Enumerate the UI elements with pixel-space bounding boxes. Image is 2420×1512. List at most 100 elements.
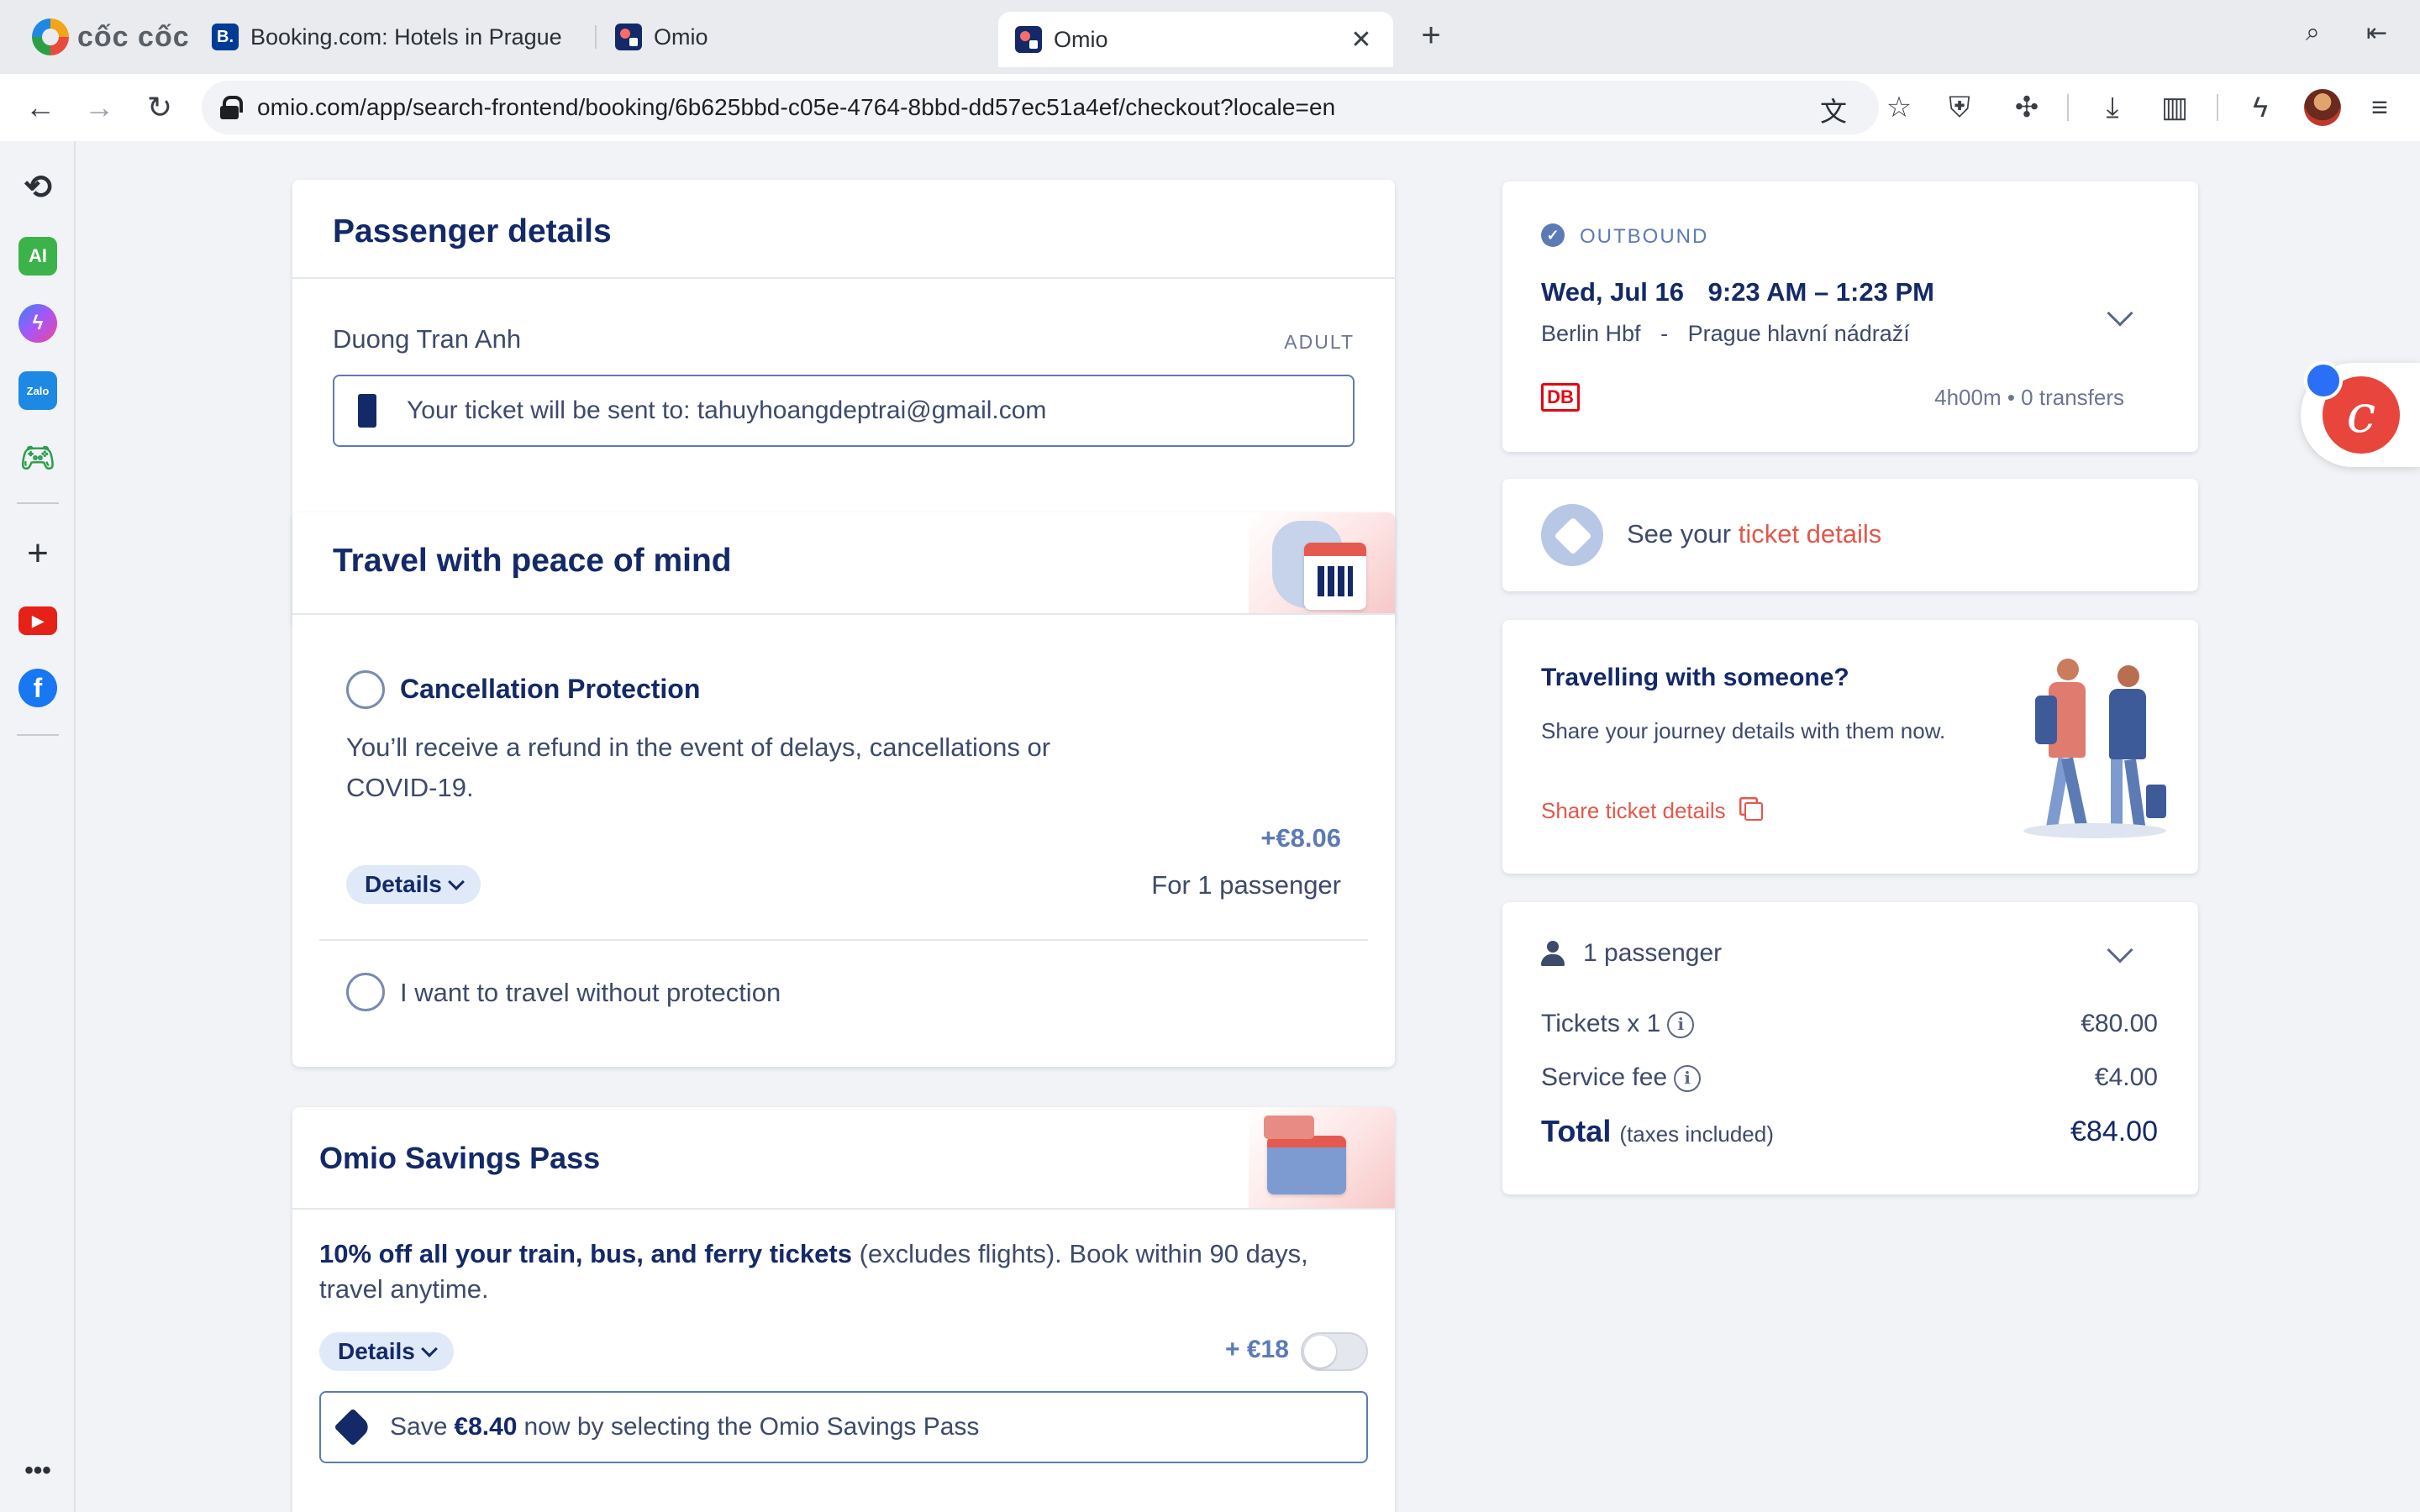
savings-pass-description: 10% off all your train, bus, and ferry t… <box>319 1236 1368 1307</box>
browser-sidebar: ⟲ AI ϟ Zalo 🎮︎ + ▶ f ••• <box>0 141 76 1512</box>
shield-icon[interactable]: ⛨ <box>1939 87 1980 128</box>
ticket-details-link[interactable]: ticket details <box>1739 519 1882 549</box>
chevron-down-icon <box>420 1341 438 1357</box>
traveller-leg-icon <box>2111 759 2123 832</box>
outbound-card[interactable]: ✓ OUTBOUND Wed, Jul 16 9:23 AM – 1:23 PM… <box>1502 181 2198 452</box>
tab-booking[interactable]: B. Booking.com: Hotels in Prague <box>195 12 590 62</box>
sidebar-toggle-icon[interactable]: ⇤ <box>2366 18 2387 48</box>
traveller-body-icon <box>2109 689 2146 759</box>
omio-favicon-icon <box>615 24 642 50</box>
facebook-icon[interactable]: f <box>18 669 57 707</box>
history-icon[interactable]: ⟲ <box>18 168 57 207</box>
outbound-datetime: Wed, Jul 16 9:23 AM – 1:23 PM <box>1541 277 1934 307</box>
savings-pass-toggle[interactable] <box>1301 1332 1368 1371</box>
speed-icon[interactable]: ϟ <box>2240 87 2281 128</box>
protection-heading: Travel with peace of mind <box>333 543 732 579</box>
profile-avatar[interactable] <box>2304 89 2341 126</box>
traveller-head-icon <box>2057 659 2079 680</box>
forward-button[interactable]: → <box>79 87 119 128</box>
cancellation-protection-title: Cancellation Protection <box>400 674 701 704</box>
tab-title: Omio <box>654 24 708 50</box>
savings-pass-card: Omio Savings Pass 10% off all your train… <box>292 1107 1395 1512</box>
assistant-floating-button[interactable]: c <box>2301 361 2420 467</box>
savings-details-button[interactable]: Details <box>319 1332 454 1371</box>
check-circle-icon: ✓ <box>1541 223 1565 247</box>
game-icon[interactable]: 🎮︎ <box>18 438 57 477</box>
expand-chevron-icon[interactable] <box>2107 937 2133 963</box>
booking-favicon-icon: B. <box>212 24 239 50</box>
browser-brand[interactable]: cốc cốc <box>32 17 190 57</box>
extensions-icon[interactable]: ✣ <box>2007 87 2047 128</box>
cancellation-protection-price-note: For 1 passenger <box>1151 870 1341 900</box>
more-icon[interactable]: ••• <box>18 1452 57 1490</box>
tickets-row-label: Tickets x 1i <box>1541 1010 1695 1039</box>
cancellation-protection-radio[interactable] <box>346 670 385 709</box>
share-ticket-details-link[interactable]: Share ticket details <box>1541 798 1763 824</box>
menu-icon[interactable]: ≡ <box>2360 87 2400 128</box>
add-icon[interactable]: + <box>18 533 57 574</box>
traveller-leg-icon <box>2061 757 2088 831</box>
reload-button[interactable]: ↻ <box>139 87 180 128</box>
back-button[interactable]: ← <box>20 87 60 128</box>
total-label: Total <box>1541 1114 1612 1148</box>
total-row-label: Total (taxes included) <box>1541 1114 1774 1149</box>
ticket-email-text: Your ticket will be sent to: tahuyhoangd… <box>407 396 1047 424</box>
passenger-type-badge: ADULT <box>1284 331 1355 353</box>
browser-brand-text: cốc cốc <box>77 20 190 53</box>
share-ticket-details-label: Share ticket details <box>1541 798 1726 823</box>
service-fee-row-label: Service fee i <box>1541 1063 1702 1093</box>
tab-omio[interactable]: Omio <box>598 12 993 62</box>
no-protection-label[interactable]: I want to travel without protection <box>400 978 781 1008</box>
no-protection-radio[interactable] <box>346 973 385 1011</box>
outbound-to: Prague hlavní nádraží <box>1687 321 1910 346</box>
info-icon[interactable]: i <box>1674 1065 1702 1093</box>
outbound-time: 9:23 AM – 1:23 PM <box>1707 277 1934 307</box>
youtube-icon[interactable]: ▶ <box>18 606 57 635</box>
info-icon[interactable]: i <box>1667 1011 1695 1039</box>
new-tab-button[interactable]: + <box>1412 17 1450 55</box>
ticket-email-box: Your ticket will be sent to: tahuyhoangd… <box>333 375 1355 447</box>
zalo-icon[interactable]: Zalo <box>18 371 57 410</box>
ai-icon[interactable]: AI <box>18 237 57 276</box>
price-summary-card: 1 passenger Tickets x 1i €80.00 Service … <box>1502 902 2198 1194</box>
person-icon <box>1541 941 1565 966</box>
tab-omio-active[interactable]: Omio ✕ <box>998 12 1393 67</box>
savings-promo-amount: €8.40 <box>454 1413 518 1441</box>
download-icon[interactable]: ⤓ <box>2092 87 2133 128</box>
lock-icon[interactable] <box>220 96 243 119</box>
tab-search-icon[interactable]: ⌕ <box>2306 18 2320 47</box>
split-view-icon[interactable]: ▥ <box>2154 87 2195 128</box>
travellers-illustration <box>2023 659 2166 843</box>
total-note: (taxes included) <box>1619 1121 1774 1147</box>
outbound-duration: 4h00m • 0 transfers <box>1934 385 2124 410</box>
url-text[interactable]: omio.com/app/search-frontend/booking/6b6… <box>257 94 1335 121</box>
bookmark-star-icon[interactable]: ☆ <box>1879 87 1919 128</box>
share-journey-card: Travelling with someone? Share your jour… <box>1502 620 2198 874</box>
translate-icon[interactable]: 文 <box>1817 91 1850 129</box>
divider <box>292 277 1395 279</box>
traveller-leg-icon <box>2124 759 2146 832</box>
share-journey-title: Travelling with someone? <box>1541 664 1849 691</box>
ticket-details-card[interactable]: See your ticket details <box>1502 479 2198 591</box>
copy-icon <box>1744 801 1763 821</box>
address-bar[interactable]: omio.com/app/search-frontend/booking/6b6… <box>202 81 1879 134</box>
wallet-illustration-icon <box>1267 1136 1346 1194</box>
price-tag-icon <box>334 1408 372 1446</box>
tab-separator <box>595 25 597 49</box>
divider <box>292 613 1395 615</box>
ticket-circle-icon <box>1541 504 1603 566</box>
messenger-icon[interactable]: ϟ <box>18 304 57 343</box>
passenger-count[interactable]: 1 passenger <box>1541 939 1722 968</box>
omio-favicon-icon <box>1015 26 1042 53</box>
protection-illustration <box>1249 512 1395 613</box>
protection-details-button[interactable]: Details <box>346 865 481 904</box>
assistant-badge-icon <box>2304 361 2343 400</box>
savings-promo-prefix: Save <box>390 1413 448 1441</box>
traveller-head-icon <box>2118 665 2139 687</box>
tab-close-icon[interactable]: ✕ <box>1346 25 1376 55</box>
passenger-details-heading: Passenger details <box>333 213 612 249</box>
savings-illustration <box>1249 1107 1395 1208</box>
savings-pass-description-bold: 10% off all your train, bus, and ferry t… <box>319 1239 852 1268</box>
checkout-page: Passenger details Duong Tran Anh ADULT Y… <box>77 141 2420 1512</box>
expand-chevron-icon[interactable] <box>2107 300 2133 327</box>
